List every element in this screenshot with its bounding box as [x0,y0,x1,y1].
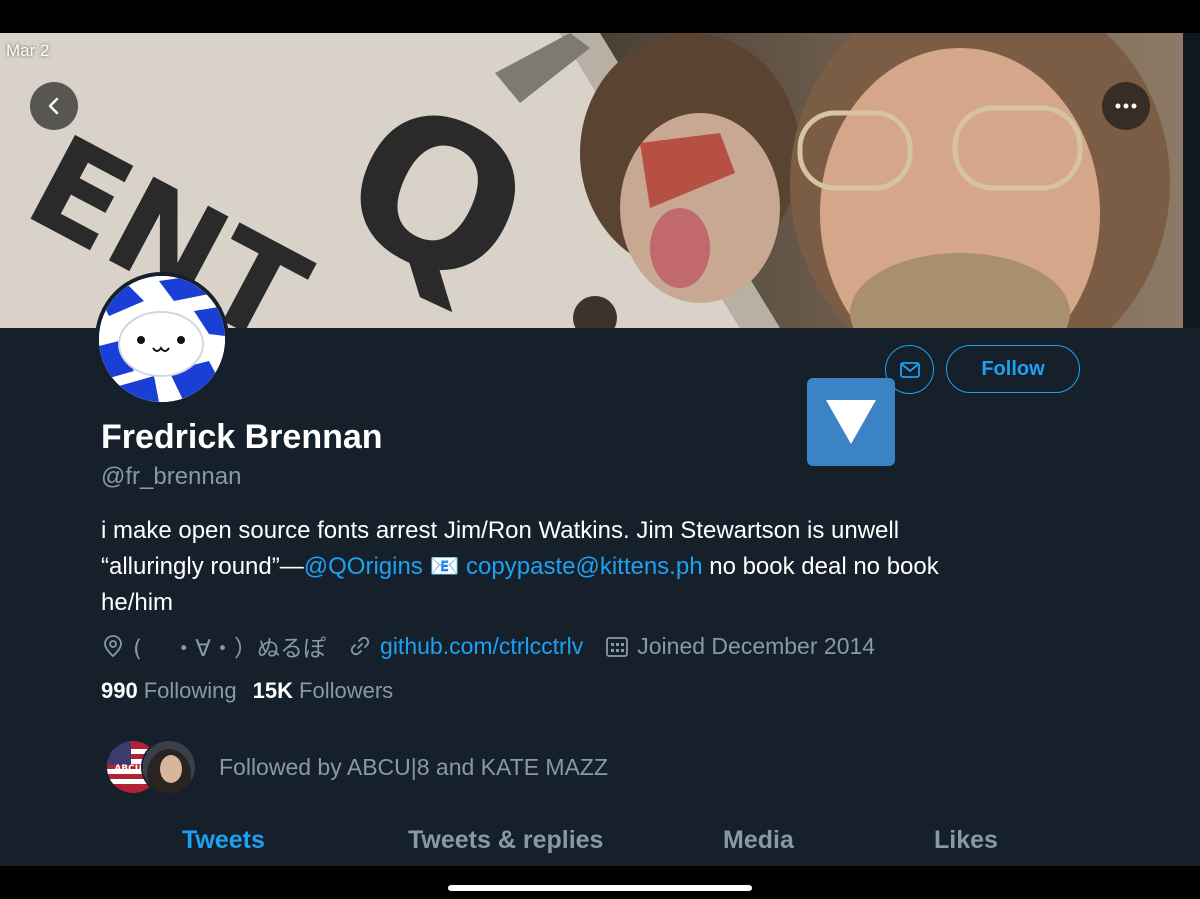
profile-bio: i make open source fonts arrest Jim/Ron … [101,513,1081,621]
tab-tweets-replies[interactable]: Tweets & replies [408,826,603,855]
followers-label: Followers [299,678,394,703]
followed-by[interactable]: ABCU|8 Followed by ABCU|8 and KATE MAZZ [105,738,608,796]
followed-by-text: Followed by ABCU|8 and KATE MAZZ [219,753,609,780]
tab-media[interactable]: Media [723,826,794,855]
website[interactable]: github.com/ctrlcctrlv [348,633,583,660]
following-label: Following [143,678,237,703]
join-date: Joined December 2014 [605,633,875,660]
profile-handle: @fr_brennan [101,463,242,490]
bio-line-2: “alluringly round”—@QOrigins 📧 copypaste… [101,549,1081,585]
profile-tabs: Tweets Tweets & replies Media Likes [0,818,1183,866]
calendar-icon [606,637,629,657]
back-button[interactable] [30,82,78,130]
dropdown-arrow-button[interactable] [807,378,895,466]
location-text: ( ・∀・）ぬるぽ [133,636,327,662]
link-icon [350,636,370,656]
more-button[interactable] [1102,82,1150,130]
following-stat[interactable]: 990 Following [101,678,237,704]
follower-avatar-2 [141,739,197,795]
tab-tweets[interactable]: Tweets [182,826,265,855]
follow-button[interactable]: Follow [946,345,1080,393]
ellipsis-icon [1115,103,1137,109]
bio-text: “alluringly round”— [101,553,304,580]
location-pin-icon [104,635,122,658]
avatar-image [99,276,225,402]
status-bar [0,0,1200,33]
bio-text-suffix: no book deal no book [702,553,939,580]
scrollbar-track [1183,33,1200,328]
email-emoji-icon: 📧 [429,553,460,580]
profile-name: Fredrick Brennan [101,418,383,456]
location: ( ・∀・）ぬるぽ [101,629,326,663]
join-date-text: Joined December 2014 [637,632,876,659]
chevron-left-icon [48,97,59,115]
mention-link[interactable]: @QOrigins [304,553,423,580]
bottom-bar [0,866,1200,899]
envelope-icon [899,361,920,378]
status-date: Mar 2 [6,41,50,60]
email-link[interactable]: copypaste@kittens.ph [466,553,703,580]
follow-stats: 990 Following 15K Followers [101,678,409,704]
home-indicator[interactable] [448,885,752,891]
followers-stat[interactable]: 15K Followers [253,678,394,704]
followers-count: 15K [252,678,294,703]
portrait-avatar-image [143,741,195,793]
profile-meta: ( ・∀・）ぬるぽ github.com/ctrlcctrlv Joined D… [101,629,897,663]
profile-avatar[interactable] [95,272,229,406]
tab-likes[interactable]: Likes [934,826,998,855]
website-link[interactable]: github.com/ctrlcctrlv [380,633,583,660]
triangle-down-icon [826,400,876,444]
bio-line-1: i make open source fonts arrest Jim/Ron … [101,517,900,544]
bio-line-3: he/him [101,589,174,616]
following-count: 990 [101,678,138,703]
